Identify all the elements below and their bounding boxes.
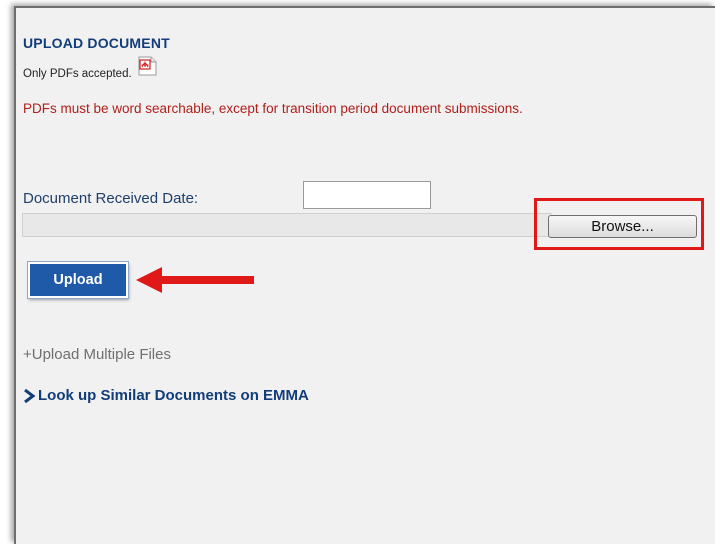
pdf-file-icon [136,56,158,76]
upload-multiple-link[interactable]: +Upload Multiple Files [23,346,171,363]
section-title: UPLOAD DOCUMENT [23,35,170,51]
emma-lookup-link[interactable]: Look up Similar Documents on EMMA [23,387,309,404]
chevron-right-icon [23,388,36,403]
date-received-input[interactable] [303,181,431,209]
pdf-warning: PDFs must be word searchable, except for… [23,101,523,116]
emma-lookup-label: Look up Similar Documents on EMMA [38,387,309,404]
pdf-note: Only PDFs accepted. [23,56,158,80]
date-received-label: Document Received Date: [23,190,199,207]
red-arrow-left-icon [136,267,254,293]
upload-button[interactable]: Upload [27,261,129,299]
pdf-note-text: Only PDFs accepted. [23,68,132,80]
browse-button[interactable]: Browse... [548,215,697,238]
file-path-field[interactable] [22,213,552,237]
